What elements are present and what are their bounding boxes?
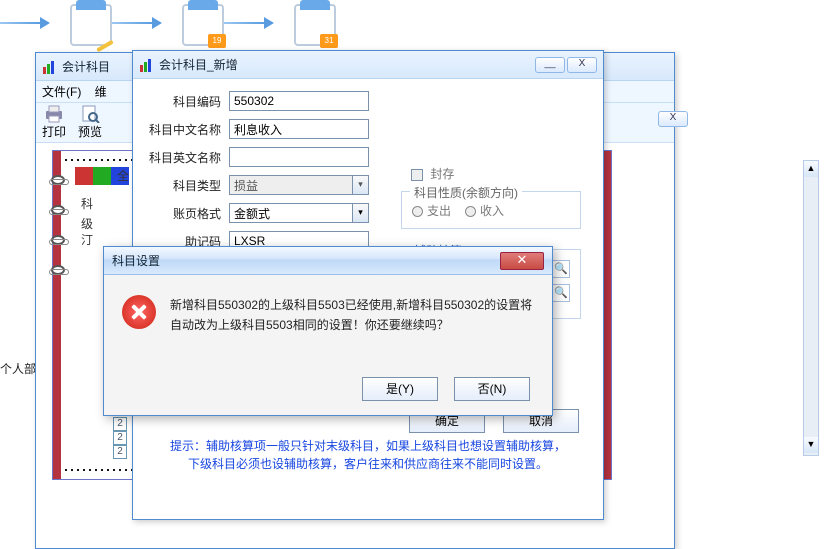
label-code: 科目编码 — [143, 93, 229, 110]
arrow-icon — [112, 20, 182, 30]
chevron-down-icon[interactable]: ▾ — [352, 204, 368, 222]
radio-income: 收入 — [465, 202, 504, 219]
arrow-icon — [224, 20, 294, 30]
app-icon — [42, 59, 58, 75]
dialog-message: 新增科目550302的上级科目5503已经使用,新增科目550302的设置将 自… — [170, 295, 532, 336]
confirm-dialog: 科目设置 ✕ 新增科目550302的上级科目5503已经使用,新增科目55030… — [103, 246, 553, 416]
hint-text: 提示：辅助核算项一般只针对末级科目，如果上级科目也想设置辅助核算， 下级科目必须… — [145, 437, 591, 473]
label-cname: 科目中文名称 — [143, 121, 229, 138]
window-titlebar[interactable]: 会计科目_新增 __ X — [133, 51, 603, 79]
menu-file[interactable]: 文件(F) — [42, 85, 81, 99]
radio-expense: 支出 — [412, 202, 451, 219]
vertical-scrollbar[interactable]: ▲ ▼ — [803, 160, 819, 456]
col-header: 科 — [81, 195, 93, 212]
window-title: 会计科目_新增 — [159, 56, 535, 73]
scroll-down-icon[interactable]: ▼ — [804, 437, 818, 453]
dialog-titlebar[interactable]: 科目设置 ✕ — [104, 247, 552, 275]
chevron-down-icon[interactable]: ▾ — [352, 176, 368, 194]
error-icon — [122, 295, 156, 329]
level-boxes: 2 2 2 — [113, 417, 127, 459]
printer-icon — [44, 105, 64, 123]
nature-fieldset: 科目性质(余额方向) 支出 收入 — [401, 191, 581, 229]
chinese-name-input[interactable] — [229, 119, 369, 139]
dialog-close-button[interactable]: ✕ — [500, 252, 544, 270]
note-edit-icon — [70, 4, 112, 46]
window-close-button[interactable]: X — [658, 111, 688, 127]
type-select[interactable]: 损益 ▾ — [229, 175, 369, 195]
lookup-button[interactable]: 🔍 — [552, 284, 570, 302]
code-input[interactable] — [229, 91, 369, 111]
window-minimize-button[interactable]: __ — [535, 57, 565, 73]
wizard-steps: 19 31 — [0, 0, 833, 50]
seal-checkbox[interactable]: 封存 — [411, 165, 454, 182]
radio-icon — [412, 206, 423, 217]
window-close-button[interactable]: X — [567, 57, 597, 73]
radio-icon — [465, 206, 476, 217]
menu-item[interactable]: 维 — [95, 85, 107, 99]
label-page: 账页格式 — [143, 205, 229, 222]
col-header: 级 — [81, 215, 93, 232]
calendar-icon: 31 — [294, 4, 336, 46]
lookup-button[interactable]: 🔍 — [552, 260, 570, 278]
scroll-up-icon[interactable]: ▲ — [804, 161, 818, 177]
binder-rings — [51, 175, 65, 275]
dialog-title: 科目设置 — [112, 252, 500, 269]
col-header: 全 — [117, 167, 129, 184]
app-icon — [139, 57, 155, 73]
ledger-stripe — [603, 151, 611, 479]
yes-button[interactable]: 是(Y) — [362, 377, 438, 401]
toolbar-print[interactable]: 打印 — [36, 103, 72, 142]
label-ename: 科目英文名称 — [143, 149, 229, 166]
toolbar-preview[interactable]: 预览 — [72, 103, 108, 142]
preview-icon — [80, 105, 100, 123]
checkbox-icon — [411, 169, 423, 181]
label-type: 科目类型 — [143, 177, 229, 194]
fieldset-legend: 科目性质(余额方向) — [410, 184, 522, 201]
no-button[interactable]: 否(N) — [454, 377, 530, 401]
english-name-input[interactable] — [229, 147, 369, 167]
calendar-icon: 19 — [182, 4, 224, 46]
col-header: 汀 — [81, 231, 93, 248]
page-format-select[interactable]: 金额式 ▾ — [229, 203, 369, 223]
arrow-icon — [0, 20, 70, 30]
